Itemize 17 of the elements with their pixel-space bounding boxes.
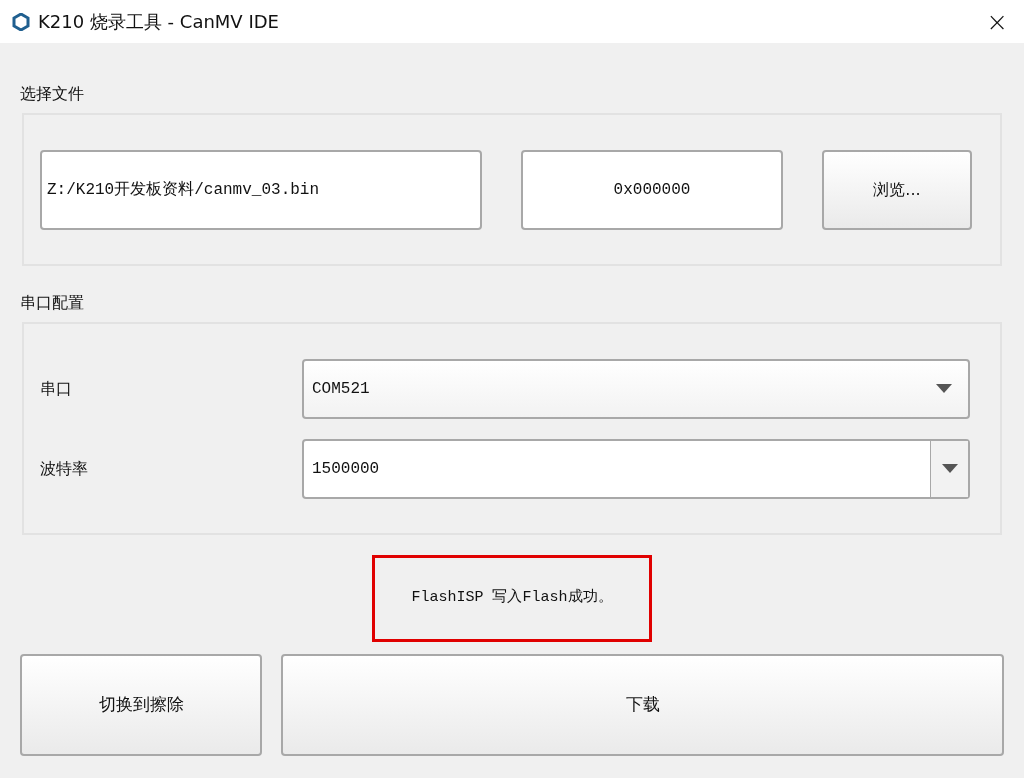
port-dropdown[interactable]: COM521 [302,358,970,419]
section-title: 选择文件 [20,83,85,105]
browse-button[interactable]: 浏览... [822,149,972,230]
section-title: 串口配置 [20,292,85,314]
file-path-field[interactable]: Z:/K210开发板资料/canmv_03.bin [40,149,482,230]
status-message: FlashISP 写入Flash成功。 [372,555,652,642]
close-button[interactable]: × [986,8,1008,35]
download-button[interactable]: 下载 [281,654,1004,756]
address-field[interactable]: 0x000000 [521,149,783,230]
dropdown-caret-icon [941,463,958,474]
app-logo-icon [12,12,30,31]
field-label: 串口 [40,377,73,400]
window-title: K210 烧录工具 - CanMV IDE [38,10,279,34]
switch-to-erase-button[interactable]: 切换到擦除 [20,654,262,756]
dropdown-caret-icon [936,383,952,394]
baud-rate-combo[interactable]: 1500000 [302,438,970,499]
field-label: 波特率 [40,457,89,480]
